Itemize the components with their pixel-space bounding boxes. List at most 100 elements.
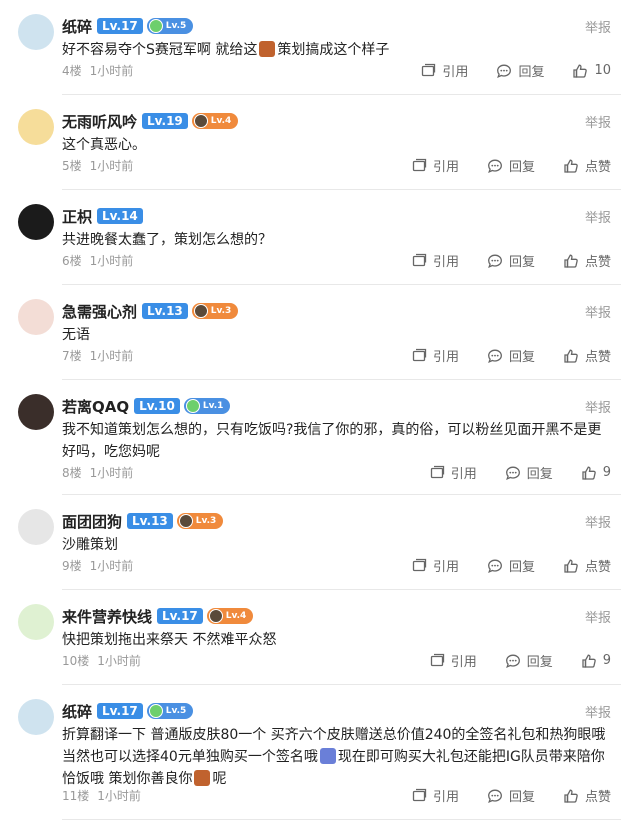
reply-label: 回复 [518,65,545,80]
comment-text: 折算翻译一下 普通版皮肤80一个 买齐六个皮肤赠送总价值240的全签名礼包和热狗… [62,724,609,790]
report-link[interactable]: 举报 [585,397,611,416]
quote-button[interactable]: 引用 [411,251,459,270]
username[interactable]: 纸碎 [62,701,92,722]
report-link[interactable]: 举报 [585,302,611,321]
comment-item: 正枳 Lv.14 举报 共进晚餐太蠢了，策划怎么想的？ 6楼 1小时前 引用 回复 点赞 [0,190,629,285]
honor-badge: Lv.3 [191,303,239,319]
thumbs-up-icon [581,465,603,481]
comment-header: 纸碎 Lv.17 Lv.5 [62,700,194,722]
comment-text-segment: 好不容易夺个S赛冠军啊 就给这 [62,42,258,58]
comment-text-segment: 快把策划拖出来祭天 不然难平众怒 [62,632,277,648]
report-link[interactable]: 举报 [585,702,611,721]
report-link[interactable]: 举报 [585,207,611,226]
reply-icon [487,253,509,269]
reply-button[interactable]: 回复 [487,556,535,575]
quote-button[interactable]: 引用 [411,346,459,365]
thumbs-up-icon [563,158,585,174]
quote-button[interactable]: 引用 [411,156,459,175]
timestamp: 1小时前 [89,254,134,268]
quote-button[interactable]: 引用 [411,786,459,805]
reply-icon [487,348,509,364]
avatar[interactable] [18,204,54,240]
report-link[interactable]: 举报 [585,17,611,36]
honor-badge: Lv.3 [176,513,224,529]
username[interactable]: 无雨听风吟 [62,111,137,132]
like-count: 10 [594,63,611,78]
username[interactable]: 急需强心剂 [62,301,137,322]
avatar[interactable] [18,14,54,50]
like-button[interactable]: 10 [572,63,611,79]
quote-button[interactable]: 引用 [420,61,468,80]
like-button[interactable]: 9 [581,465,611,481]
reply-button[interactable]: 回复 [487,786,535,805]
username[interactable]: 面团团狗 [62,511,122,532]
report-link[interactable]: 举报 [585,512,611,531]
reply-button[interactable]: 回复 [487,156,535,175]
comment-text: 快把策划拖出来祭天 不然难平众怒 [62,629,609,651]
emoji-icon [259,41,276,57]
reply-button[interactable]: 回复 [487,346,535,365]
floor-number: 11楼 [62,789,90,803]
comment-actions: 引用 回复 10 [420,61,611,80]
honor-badge: Lv.1 [183,398,231,414]
honor-badge-level: Lv.4 [210,116,232,126]
quote-button[interactable]: 引用 [429,651,477,670]
username[interactable]: 若离QAQ [62,396,129,417]
comment-header: 正枳 Lv.14 [62,205,147,227]
avatar[interactable] [18,699,54,735]
comment-actions: 引用 回复 点赞 [411,556,611,575]
floor-number: 9楼 [62,559,82,573]
like-button[interactable]: 点赞 [563,346,611,365]
reply-button[interactable]: 回复 [496,61,544,80]
honor-badge-level: Lv.5 [165,21,187,31]
username[interactable]: 纸碎 [62,16,92,37]
level-badge: Lv.13 [127,513,173,529]
avatar[interactable] [18,109,54,145]
quote-button[interactable]: 引用 [429,463,477,482]
quote-button[interactable]: 引用 [411,556,459,575]
username[interactable]: 来件营养快线 [62,606,152,627]
like-button[interactable]: 点赞 [563,786,611,805]
timestamp: 1小时前 [97,654,141,668]
level-badge: Lv.13 [142,303,188,319]
avatar[interactable] [18,299,54,335]
thumbs-up-icon [581,653,603,669]
comment-item: 若离QAQ Lv.10 Lv.1 举报 我不知道策划怎么想的，只有吃饭吗?我信了你的邪，… [0,380,629,495]
like-button[interactable]: 点赞 [563,251,611,270]
reply-label: 回复 [526,467,553,482]
floor-number: 7楼 [62,349,82,363]
like-button[interactable]: 点赞 [563,156,611,175]
username[interactable]: 正枳 [62,206,92,227]
comment-header: 来件营养快线 Lv.17 Lv.4 [62,605,254,627]
reply-button[interactable]: 回复 [505,651,553,670]
badge-icon [185,399,200,413]
reply-icon [487,158,509,174]
quote-icon [429,465,451,481]
honor-badge-level: Lv.3 [210,306,232,316]
floor-number: 8楼 [62,466,82,480]
thumbs-up-icon [563,348,585,364]
level-badge: Lv.17 [97,703,143,719]
like-button[interactable]: 点赞 [563,556,611,575]
avatar[interactable] [18,604,54,640]
like-count: 9 [602,465,611,480]
reply-button[interactable]: 回复 [487,251,535,270]
honor-badge: Lv.4 [191,113,239,129]
thumbs-up-icon [563,788,585,804]
badge-icon [148,704,163,718]
comment-text-segment: 策划搞成这个样子 [277,42,390,58]
quote-icon [420,63,442,79]
like-button[interactable]: 9 [581,653,611,669]
comment-actions: 引用 回复 9 [429,463,611,482]
avatar[interactable] [18,509,54,545]
reply-button[interactable]: 回复 [505,463,553,482]
report-link[interactable]: 举报 [585,112,611,131]
comment-text: 沙雕策划 [62,534,609,556]
report-link[interactable]: 举报 [585,607,611,626]
badge-icon [208,609,223,623]
quote-label: 引用 [432,255,459,270]
comment-actions: 引用 回复 点赞 [411,251,611,270]
comment-text: 好不容易夺个S赛冠军啊 就给这 策划搞成这个样子 [62,39,609,61]
reply-label: 回复 [508,160,535,175]
avatar[interactable] [18,394,54,430]
